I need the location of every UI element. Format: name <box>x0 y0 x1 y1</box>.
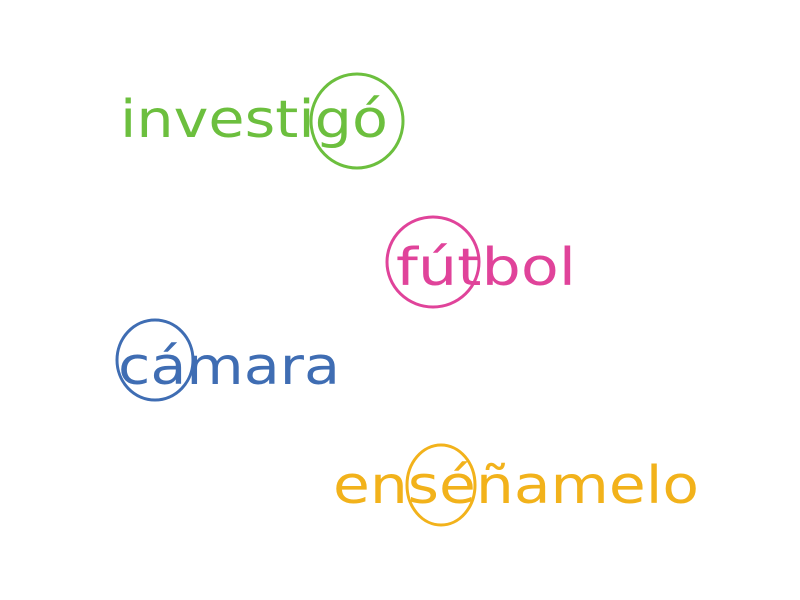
syllable-stressed: sé <box>408 456 476 516</box>
syllable-pre: investi <box>120 90 315 150</box>
syllable-pre: en <box>333 456 408 516</box>
word-investigo: investi gó <box>120 90 388 150</box>
syllable-post: ñamelo <box>476 456 699 516</box>
word-camara: cá mara <box>118 337 340 397</box>
word-group-ensenamelo: en sé ñamelo <box>333 443 699 527</box>
word-group-camara: cá mara <box>115 318 340 402</box>
word-group-investigo: investi gó <box>120 72 405 170</box>
syllable-stressed: gó <box>315 90 388 150</box>
word-group-futbol: fút bol <box>385 215 576 309</box>
word-canvas: investi gó fút bol cá mara en sé ñamelo <box>115 72 699 527</box>
word-ensenamelo: en sé ñamelo <box>333 456 699 516</box>
syllable-post: bol <box>481 238 576 298</box>
word-futbol: fút bol <box>396 238 576 298</box>
syllable-post: mara <box>186 337 340 397</box>
